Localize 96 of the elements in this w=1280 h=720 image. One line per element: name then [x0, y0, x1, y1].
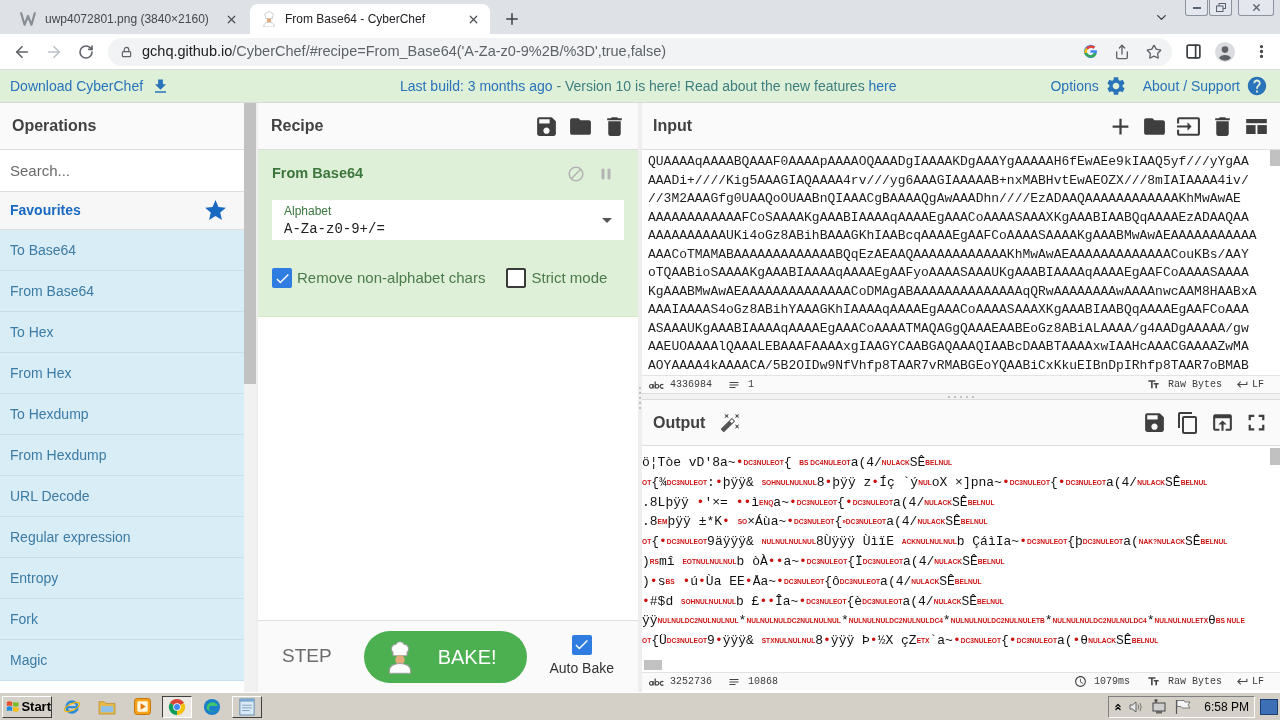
text-format-icon [1146, 378, 1160, 391]
star-icon [203, 198, 228, 223]
line-count: 1 [748, 378, 755, 392]
magic-wand-icon[interactable] [720, 412, 742, 433]
resize-handle-icon[interactable] [639, 386, 641, 409]
operation-item[interactable]: To Base64 [0, 230, 244, 271]
checkbox[interactable] [506, 268, 527, 289]
options-link[interactable]: Options [1050, 75, 1127, 97]
abc-icon [649, 380, 664, 389]
scrollbar-thumb[interactable] [1270, 150, 1280, 166]
folder-icon [98, 698, 116, 715]
checkbox[interactable] [571, 634, 592, 655]
browser-icon [168, 697, 186, 716]
return-icon [1236, 378, 1249, 391]
line-ending-button[interactable]: LF [1236, 674, 1264, 689]
category-header[interactable]: Favourites [0, 192, 244, 230]
clock-icon [1073, 675, 1087, 688]
notice-link[interactable]: here [868, 77, 897, 94]
bookmark-star-icon[interactable] [1146, 43, 1162, 60]
address-bar[interactable]: gchq.github.io/CyberChef/#recipe=From_Base64('A-Za-z0-9%2B/%3D',true,false) [108, 37, 1172, 66]
build-notice: Last build: 3 months ago - Version 10 is here! Read about the new features here [400, 76, 897, 96]
scrollbar-thumb[interactable] [1270, 448, 1280, 465]
close-button[interactable] [1238, 0, 1274, 16]
caret-icon [602, 217, 612, 223]
abc-icon [649, 677, 664, 686]
copy-icon[interactable] [1176, 410, 1200, 435]
chevrons-up-icon[interactable] [1113, 701, 1123, 712]
panel-title: Recipe [271, 116, 324, 136]
clock[interactable]: 6:58 PM [1204, 697, 1249, 716]
scrollbar-thumb[interactable] [644, 660, 662, 670]
panel-title: Input [653, 116, 693, 136]
checkbox[interactable] [272, 268, 292, 289]
start-button[interactable]: Start [2, 695, 52, 718]
share-icon[interactable] [1114, 43, 1130, 60]
reload-icon[interactable] [78, 43, 94, 60]
download-link[interactable]: Download CyberChef [10, 75, 171, 97]
browser-icon [63, 697, 81, 716]
operation-item[interactable]: URL Decode [0, 476, 244, 517]
operation-title: From Base64 [272, 164, 364, 184]
operation-item[interactable]: From Base64 [0, 271, 244, 312]
alphabet-select[interactable]: Alphabet A-Za-z0-9+/= [272, 200, 624, 240]
operation-item[interactable]: Entropy [0, 558, 244, 599]
panel-title: Operations [12, 116, 97, 136]
operation-item[interactable]: Magic [0, 640, 244, 681]
length-count: 3252736 [670, 675, 712, 689]
taskbar-button[interactable] [162, 695, 192, 718]
line-count: 10868 [748, 675, 779, 689]
minimize-button[interactable] [1185, 0, 1208, 16]
bake-time: 1079ms [1093, 675, 1130, 689]
input-editor[interactable]: QUAAAAqAAAABQAAAF0AAAApAAAAOQAAADgIAAAAKDgAAAYgAAAAAH6fEwAEe9kIAAQ5yf///yYgAA AAADi+////Kig5AAAGIAQAAAA4rv///yg6AAAGIAAAAAB+nxMABHvtEwAEOZX///8mIAIAAAA4iv/ //3M2AAAGfg0UAAQoOUAABnQIAAACgBAAAAQgAwAAADhn////EzADAAQAAAAAAAAAAAAKhMwAwAE AAAAAAAAAAAAFCoSAAAAKgAAABIAAAAqAAAAEgAAACoAAAASAAAXKgAAABIAABQqAAAAEzADAAQAA AAAAAAAAAAUKi4oGz8ABihBAAAGKhIAABcqAAAAEgAAFCoAAAASAAAAKgAAABMwAwAEAAAAAAAAAAA AAACoTMAMABAAAAAAAAAAAAABQqEzAEAAQAAAAAAAAAAAAKhMwAwAEAAAAAAAAAAAAACouKBs/AAY oTQAABioSAAAAKgAAABIAAAAqAAAAEgAAFyoAAAASAAAUKgAAABIAAAAqAAAAEgAAFCoAAAASAAAA KgAAABMwAwAEAAAAAAAAAAAAAACoDMAgABAAAAAAAAAAAAAAqQRwAAAAAAAAwAAAAnwcAAM8HAABxA AAAIAAAAS4oGz8ABihYAAAGKhIAAAAqAAAAEgAAACoAAAASAAAXKgAAABIAABQqAAAAEgAAFCoAAA ASAAAUKgAAABIAAAAqAAAAEgAAACoAAAATMAQAGgQAAAEAABEoGz8ABiALAAAA/g4AADgAAAAA/gw AAEUOAAAAlQAAALEBAAAFAAAAxgIAAGYCAABGAQAAAQIAABcDAABTAAAAxwIAAHcAAACGAAAAZwMA AOYAAAA4kAAAACA/5B2OIDw9NfVhfp8TAAR7vRMABGEoYQAABiCxKkuEIBnDpIRhfp8TAAR7oBMAB [642, 150, 1270, 375]
flag-icon[interactable] [1175, 699, 1191, 714]
lock-icon [121, 45, 132, 58]
restore-button[interactable] [1209, 0, 1232, 16]
monitor-icon[interactable] [1152, 699, 1167, 714]
side-panel-icon[interactable] [1184, 43, 1202, 60]
help-icon [1246, 75, 1268, 97]
chef-icon [262, 11, 276, 27]
zigzag-logo-icon [20, 12, 36, 26]
encoding-button[interactable]: Raw Bytes [1146, 377, 1222, 392]
avatar-icon[interactable] [1215, 41, 1235, 62]
colored-ring-icon[interactable] [1082, 44, 1098, 59]
return-icon [1236, 675, 1249, 688]
bake-button[interactable]: BAKE! [363, 630, 527, 683]
checkbox-label[interactable]: Auto Bake [549, 657, 614, 679]
encoding-button[interactable]: Raw Bytes [1146, 674, 1222, 689]
settings-icon [1104, 75, 1127, 97]
checkbox-label[interactable]: Strict mode [531, 267, 608, 290]
checkbox-label[interactable]: Remove non-alphabet chars [297, 267, 486, 290]
about-support-link[interactable]: About / Support [1142, 75, 1268, 97]
step-button[interactable]: STEP [270, 636, 344, 677]
operation-item[interactable]: From Hex [0, 353, 244, 394]
browser-tab[interactable]: uwp4072801.png (3840×2160) [8, 4, 248, 34]
restore-icon [1215, 3, 1226, 12]
notice-link[interactable]: Last build: 3 months ago [400, 77, 553, 94]
operation-item[interactable]: From Hexdump [0, 435, 244, 476]
operation-item[interactable]: To Hex [0, 312, 244, 353]
speaker-icon[interactable] [1129, 700, 1143, 713]
operation-item[interactable]: Fork [0, 599, 244, 640]
media-player-icon [133, 698, 151, 715]
close-icon [1250, 2, 1262, 13]
operation-item[interactable]: To Hexdump [0, 394, 244, 435]
minimize-icon [1192, 6, 1201, 9]
browser-tab[interactable]: From Base64 - CyberChef [250, 4, 490, 34]
browser-icon [203, 697, 221, 716]
text-format-icon [1146, 675, 1160, 688]
panel-title: Output [653, 412, 706, 433]
length-count: 4336984 [670, 378, 712, 392]
show-desktop-button[interactable] [1260, 698, 1278, 715]
new-tab-icon[interactable] [503, 10, 521, 28]
scrollbar-thumb[interactable] [244, 103, 256, 384]
flag-icon [6, 699, 20, 714]
scrollbar[interactable] [244, 103, 256, 692]
operation-item[interactable]: Regular expression [0, 517, 244, 558]
layout-icon[interactable] [1245, 118, 1267, 134]
line-ending-button[interactable]: LF [1236, 377, 1264, 392]
notepad-icon [239, 697, 255, 716]
